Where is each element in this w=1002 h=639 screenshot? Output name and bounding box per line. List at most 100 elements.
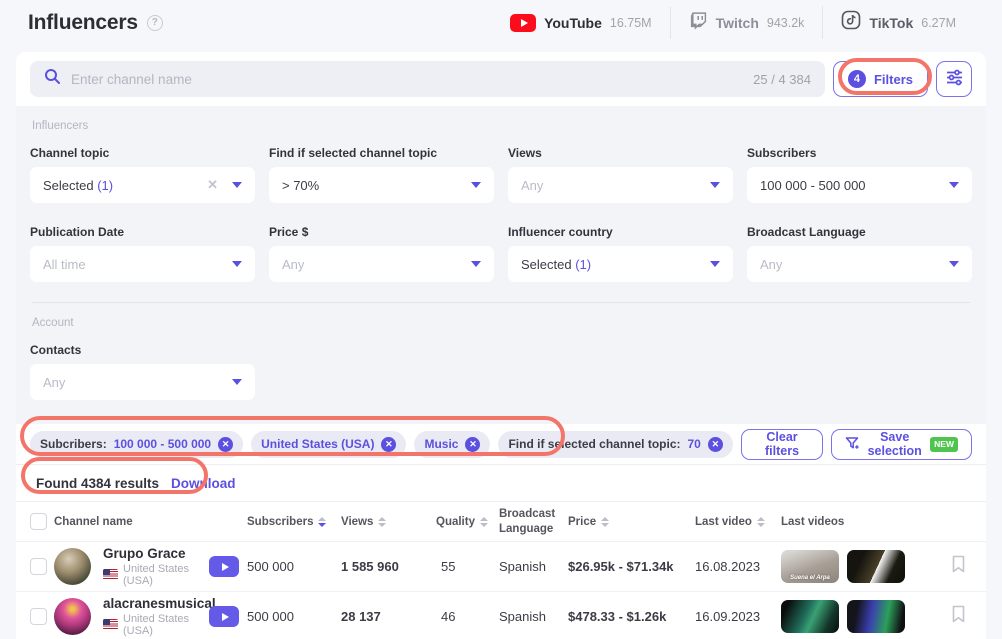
us-flag-icon	[103, 619, 118, 630]
cell-last-video: 16.09.2023	[695, 609, 781, 624]
tab-tiktok[interactable]: TikTok 6.27M	[822, 6, 974, 39]
tab-youtube[interactable]: YouTube 16.75M	[492, 10, 670, 36]
help-icon[interactable]: ?	[147, 15, 163, 31]
table-row: alacranesmusical United States (USA) 500…	[16, 592, 986, 639]
remove-chip-icon[interactable]: ✕	[708, 437, 723, 452]
main-card: 25 / 4 384 4 Filters Influencers Channel…	[16, 52, 986, 639]
sort-icon	[378, 517, 386, 527]
filter-label: Channel topic	[30, 146, 255, 160]
cell-price: $26.95k - $71.34k	[568, 559, 695, 574]
cell-language: Spanish	[499, 559, 568, 574]
channel-name[interactable]: Grupo Grace	[103, 546, 209, 563]
channel-name[interactable]: alacranesmusical	[103, 596, 216, 613]
language-dropdown[interactable]: Any	[747, 246, 972, 282]
select-all-checkbox[interactable]	[30, 513, 47, 530]
filters-count-badge: 4	[848, 70, 866, 88]
clear-filters-button[interactable]: Clear filters	[741, 429, 823, 460]
table-header: Channel name Subscribers Views Quality B…	[16, 502, 986, 542]
remove-chip-icon[interactable]: ✕	[381, 437, 396, 452]
chevron-down-icon	[710, 261, 720, 267]
active-filter-chips: Subcribers: 100 000 - 500 000 ✕ United S…	[16, 424, 986, 465]
filter-value: Selected	[43, 178, 94, 193]
cell-views: 28 137	[341, 609, 436, 624]
cell-quality: 55	[436, 559, 499, 574]
filter-value: All time	[43, 257, 222, 272]
channel-topic-dropdown[interactable]: Selected (1) ✕	[30, 167, 255, 203]
bookmark-icon[interactable]	[951, 555, 972, 578]
us-flag-icon	[103, 569, 118, 580]
cell-language: Spanish	[499, 609, 568, 624]
filter-publication-date: Publication Date All time	[30, 225, 255, 282]
tab-youtube-label: YouTube	[544, 15, 602, 31]
subscribers-dropdown[interactable]: 100 000 - 500 000	[747, 167, 972, 203]
chevron-down-icon	[471, 182, 481, 188]
filter-value: Any	[521, 178, 700, 193]
cell-views: 1 585 960	[341, 559, 436, 574]
top-bar: Influencers ? YouTube 16.75M Twitch 943.…	[0, 0, 1002, 45]
tab-twitch[interactable]: Twitch 943.2k	[670, 7, 823, 39]
tab-twitch-count: 943.2k	[767, 16, 805, 30]
twitch-icon	[689, 11, 708, 35]
col-price[interactable]: Price	[568, 516, 695, 528]
filters-button-label: Filters	[874, 72, 913, 87]
video-thumbnail[interactable]: Suena el Arpa	[781, 550, 839, 583]
video-thumbnail[interactable]	[781, 600, 839, 633]
topic-percent-dropdown[interactable]: > 70%	[269, 167, 494, 203]
price-dropdown[interactable]: Any	[269, 246, 494, 282]
filter-price: Price $ Any	[269, 225, 494, 282]
row-checkbox[interactable]	[30, 608, 47, 625]
video-thumbnail[interactable]	[847, 550, 905, 583]
cell-subscribers: 500 000	[247, 609, 341, 624]
save-selection-label: Save selection	[866, 430, 923, 458]
filter-value: Any	[760, 257, 939, 272]
cell-subscribers: 500 000	[247, 559, 341, 574]
page-title: Influencers	[28, 11, 138, 35]
col-subscribers[interactable]: Subscribers	[247, 516, 341, 528]
download-link[interactable]: Download	[171, 476, 236, 491]
views-dropdown[interactable]: Any	[508, 167, 733, 203]
col-quality[interactable]: Quality	[436, 516, 499, 528]
col-last-video[interactable]: Last video	[695, 516, 781, 528]
search-box: 25 / 4 384	[30, 61, 825, 97]
save-selection-button[interactable]: Save selection NEW	[831, 429, 972, 460]
filter-country: Influencer country Selected (1)	[508, 225, 733, 282]
clear-icon[interactable]: ✕	[203, 177, 222, 193]
search-row: 25 / 4 384 4 Filters	[16, 52, 986, 106]
filter-channel-topic: Channel topic Selected (1) ✕	[30, 146, 255, 203]
filter-settings-button[interactable]	[936, 61, 972, 97]
col-views[interactable]: Views	[341, 516, 436, 528]
contacts-dropdown[interactable]: Any	[30, 364, 255, 400]
filter-grid: Channel topic Selected (1) ✕ Find if sel…	[30, 146, 972, 282]
search-input[interactable]	[71, 72, 743, 87]
cell-quality: 46	[436, 609, 499, 624]
filter-value: 100 000 - 500 000	[760, 178, 939, 193]
publication-date-dropdown[interactable]: All time	[30, 246, 255, 282]
sort-icon	[318, 517, 326, 527]
panel-divider	[32, 302, 970, 303]
filter-subscribers: Subscribers 100 000 - 500 000	[747, 146, 972, 203]
filter-label: Influencer country	[508, 225, 733, 239]
col-language: Broadcast Language	[499, 507, 561, 537]
filter-contacts: Contacts Any	[30, 343, 255, 400]
remove-chip-icon[interactable]: ✕	[465, 437, 480, 452]
video-thumbnail[interactable]	[847, 600, 905, 633]
row-checkbox[interactable]	[30, 558, 47, 575]
filter-label: Contacts	[30, 343, 255, 357]
channel-country: United States (USA)	[123, 563, 209, 587]
table-row: Grupo Grace United States (USA) 500 000 …	[16, 542, 986, 592]
chevron-down-icon	[232, 182, 242, 188]
filter-value: Any	[43, 375, 222, 390]
col-channel-name: Channel name	[54, 516, 209, 528]
youtube-play-button[interactable]	[209, 606, 239, 627]
country-dropdown[interactable]: Selected (1)	[508, 246, 733, 282]
bookmark-icon[interactable]	[951, 605, 972, 628]
remove-chip-icon[interactable]: ✕	[218, 437, 233, 452]
search-counter: 25 / 4 384	[753, 72, 811, 87]
youtube-play-button[interactable]	[209, 556, 239, 577]
channel-country: United States (USA)	[123, 613, 216, 637]
funnel-plus-icon	[845, 436, 859, 453]
clear-filters-label: Clear filters	[755, 430, 809, 458]
filter-value: Any	[282, 257, 461, 272]
filters-button[interactable]: 4 Filters	[833, 61, 928, 97]
filter-topic-percent: Find if selected channel topic > 70%	[269, 146, 494, 203]
